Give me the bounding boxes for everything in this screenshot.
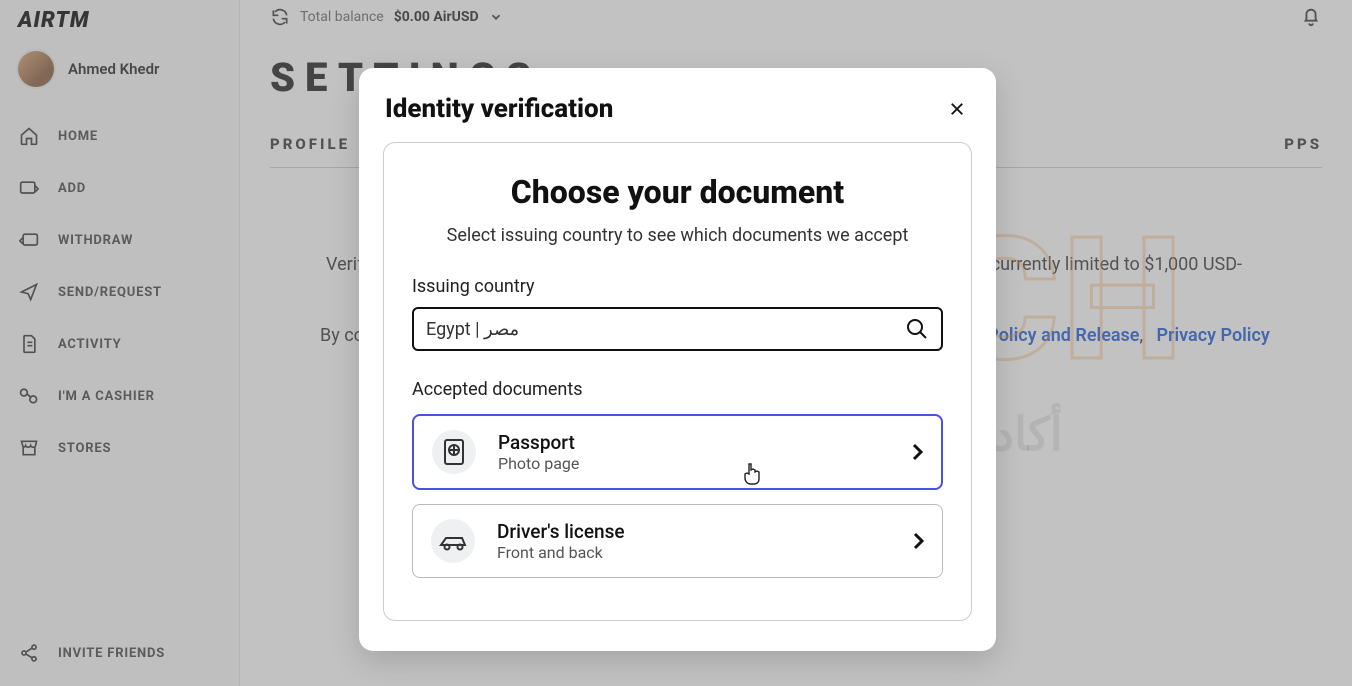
passport-icon	[432, 430, 476, 474]
document-title: Driver's license	[497, 520, 625, 543]
country-select[interactable]	[412, 307, 943, 351]
country-label: Issuing country	[412, 276, 943, 297]
document-panel: Choose your document Select issuing coun…	[383, 142, 972, 621]
panel-heading: Choose your document	[412, 173, 943, 211]
chevron-right-icon	[911, 443, 923, 461]
document-drivers-license[interactable]: Driver's license Front and back	[412, 504, 943, 578]
chevron-right-icon	[912, 532, 924, 550]
document-passport[interactable]: Passport Photo page	[412, 414, 943, 490]
country-input[interactable]	[426, 319, 905, 340]
document-subtitle: Photo page	[498, 454, 579, 473]
search-icon	[905, 317, 929, 341]
accepted-label: Accepted documents	[412, 379, 943, 400]
close-button[interactable]	[944, 96, 970, 122]
document-subtitle: Front and back	[497, 543, 625, 562]
modal-title: Identity verification	[385, 94, 613, 124]
identity-verification-modal: Identity verification Choose your docume…	[359, 68, 996, 651]
panel-subheading: Select issuing country to see which docu…	[412, 225, 943, 246]
document-title: Passport	[498, 431, 579, 454]
car-icon	[431, 519, 475, 563]
